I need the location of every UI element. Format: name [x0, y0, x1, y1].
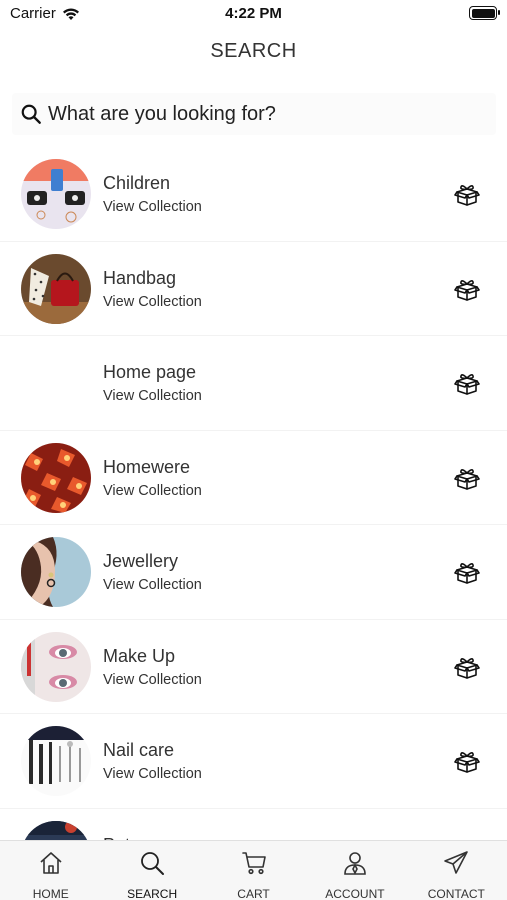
home-icon — [38, 850, 64, 881]
collection-row[interactable]: Jewellery View Collection — [0, 525, 507, 620]
gift-icon — [454, 656, 480, 680]
tab-contact[interactable]: CONTACT — [406, 841, 507, 900]
gift-icon — [454, 372, 480, 396]
view-collection-label: View Collection — [103, 482, 202, 499]
tab-label: SEARCH — [127, 887, 178, 900]
view-collection-label: View Collection — [103, 293, 202, 310]
tab-bar: HOME SEARCH CART ACCOUNT CONTACT — [0, 840, 507, 900]
collection-row[interactable]: Nail care View Collection — [0, 714, 507, 809]
tab-account[interactable]: ACCOUNT — [304, 841, 405, 900]
collection-thumbnail — [21, 726, 91, 796]
view-collection-label: View Collection — [103, 766, 202, 782]
collection-name: Home page — [103, 362, 197, 382]
gift-icon — [454, 750, 480, 774]
view-collection-label: View Collection — [103, 388, 202, 404]
collection-row[interactable]: Children View Collection — [0, 147, 507, 242]
collection-row[interactable]: Homewere View Collection — [0, 431, 507, 525]
tab-home[interactable]: HOME — [0, 841, 101, 900]
cart-icon — [241, 850, 267, 881]
status-bar: Carrier 4:22 PM — [0, 0, 507, 28]
collection-name: Nail care — [103, 740, 175, 760]
view-collection-label: View Collection — [103, 577, 202, 593]
tab-label: HOME — [32, 887, 69, 900]
account-icon — [342, 850, 368, 881]
tab-search[interactable]: SEARCH — [101, 841, 202, 900]
tab-label: CART — [237, 887, 270, 900]
page-title: SEARCH — [210, 40, 297, 62]
collection-row[interactable]: Make Up View Collection — [0, 620, 507, 714]
gift-icon — [454, 561, 480, 585]
collection-thumbnail — [21, 631, 91, 702]
search-icon — [21, 104, 41, 124]
tab-cart[interactable]: CART — [203, 841, 304, 900]
clock: 4:22 PM — [225, 5, 282, 22]
gift-icon — [454, 278, 480, 302]
collection-name: Make Up — [103, 645, 176, 666]
collection-name: Children — [103, 173, 171, 193]
tab-label: ACCOUNT — [325, 887, 385, 900]
collection-row[interactable]: PetsView Collection — [0, 809, 507, 840]
collection-name: Homewere — [103, 456, 191, 477]
search-bar[interactable] — [12, 93, 496, 135]
search-icon — [139, 850, 165, 881]
view-collection-label: View Collection — [103, 199, 202, 215]
gift-icon — [454, 467, 480, 491]
send-icon — [443, 850, 469, 881]
collection-thumbnail — [21, 820, 91, 840]
battery-icon — [469, 6, 500, 20]
collection-list[interactable]: Children View Collection Handbag View Colle… — [0, 147, 507, 840]
search-input[interactable] — [48, 102, 478, 126]
gift-icon — [454, 183, 480, 207]
view-collection-label: View Collection — [103, 671, 202, 688]
collection-thumbnail — [21, 348, 91, 418]
collection-row[interactable]: Home page View Collection — [0, 336, 507, 431]
collection-name: Handbag — [103, 267, 177, 288]
collection-thumbnail — [21, 537, 91, 607]
collection-thumbnail — [21, 253, 91, 324]
collection-name: Jewellery — [103, 551, 179, 571]
collection-thumbnail — [21, 159, 91, 229]
collection-thumbnail — [21, 442, 91, 513]
tab-label: CONTACT — [427, 887, 485, 900]
collection-row[interactable]: Handbag View Collection — [0, 242, 507, 336]
